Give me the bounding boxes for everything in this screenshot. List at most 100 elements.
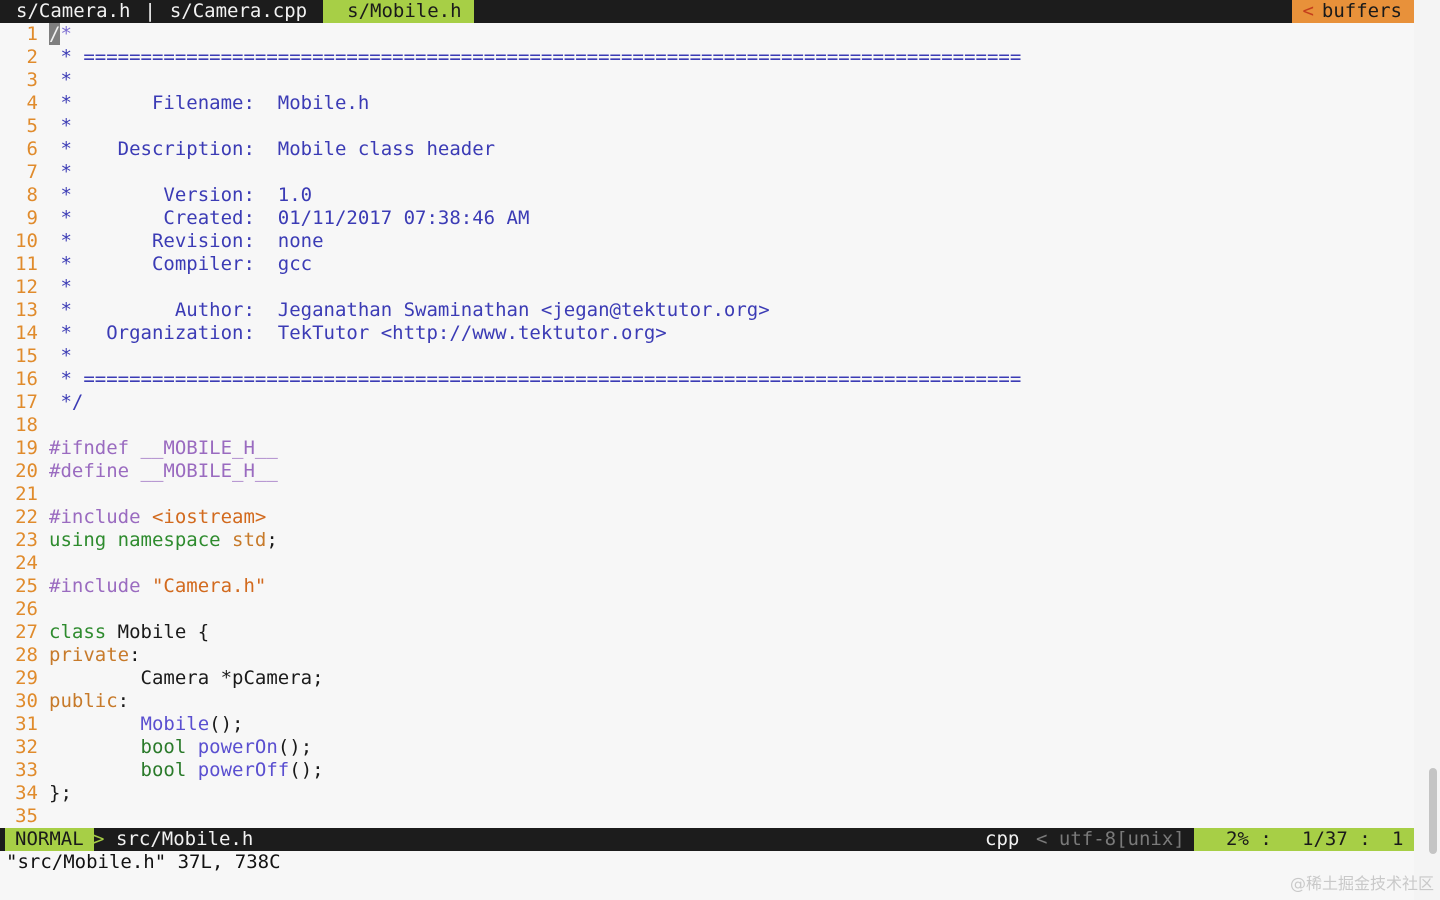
code-token: #include <box>49 575 152 597</box>
code-token: (); <box>289 759 324 781</box>
scrollbar[interactable] <box>1414 0 1440 900</box>
separator-arrow-icon: > <box>93 828 105 850</box>
line-number: 11 <box>15 253 38 275</box>
tab-camera-h[interactable]: s/Camera.h <box>0 0 130 23</box>
code-token: * ======================================… <box>49 46 1022 68</box>
line-text: * Organization: TekTutor <http://www.tek… <box>49 322 666 345</box>
line-number: 14 <box>15 322 38 344</box>
code-line[interactable]: 2 * ====================================… <box>0 46 1414 69</box>
tab-camera-cpp[interactable]: s/Camera.cpp <box>156 0 307 23</box>
code-line[interactable]: 32 bool powerOn(); <box>0 736 1414 759</box>
code-line[interactable]: 21 <box>0 483 1414 506</box>
code-line[interactable]: 27 class Mobile { <box>0 621 1414 644</box>
code-token: * ======================================… <box>49 368 1022 390</box>
buffers-label: buffers <box>1321 0 1402 22</box>
code-line[interactable]: 9 * Created: 01/11/2017 07:38:46 AM <box>0 207 1414 230</box>
code-line[interactable]: 17 */ <box>0 391 1414 414</box>
code-token: : <box>129 644 141 666</box>
code-line[interactable]: 12 * <box>0 276 1414 299</box>
code-line[interactable]: 14 * Organization: TekTutor <http://www.… <box>0 322 1414 345</box>
code-token: class <box>49 621 107 643</box>
code-line[interactable]: 25 #include "Camera.h" <box>0 575 1414 598</box>
buffers-arrow-icon: < <box>1302 0 1314 22</box>
line-number: 10 <box>15 230 38 252</box>
status-column: 1 <box>1392 828 1404 850</box>
code-line[interactable]: 34}; <box>0 782 1414 805</box>
code-line[interactable]: 35 <box>0 805 1414 828</box>
code-line[interactable]: 33 bool powerOff(); <box>0 759 1414 782</box>
line-number: 3 <box>26 69 38 91</box>
code-line[interactable]: 11 * Compiler: gcc <box>0 253 1414 276</box>
line-text: #include <iostream> <box>49 506 266 529</box>
code-token: */ <box>49 391 84 413</box>
code-line[interactable]: 30 public: <box>0 690 1414 713</box>
line-text: */ <box>49 391 83 414</box>
code-token: Mobile <box>140 713 210 735</box>
code-line[interactable]: 13 * Author: Jeganathan Swaminathan <jeg… <box>0 299 1414 322</box>
code-line[interactable]: 31 Mobile(); <box>0 713 1414 736</box>
code-line[interactable]: 22 #include <iostream> <box>0 506 1414 529</box>
line-number: 9 <box>26 207 38 229</box>
code-line[interactable]: 8 * Version: 1.0 <box>0 184 1414 207</box>
line-number: 35 <box>15 805 38 827</box>
line-text: Camera *pCamera; <box>49 667 324 690</box>
line-number: 24 <box>15 552 38 574</box>
code-token: public <box>49 690 118 712</box>
command-line[interactable]: "src/Mobile.h" 37L, 738C <box>6 851 281 874</box>
scrollbar-thumb[interactable] <box>1429 768 1437 854</box>
code-token: * Created: 01/11/2017 07:38:46 AM <box>49 207 530 229</box>
status-file-name: src/Mobile.h <box>116 828 254 850</box>
buffers-indicator[interactable]: < buffers <box>1292 0 1414 23</box>
code-token: #include <box>49 506 152 528</box>
line-number: 16 <box>15 368 38 390</box>
line-text: * ======================================… <box>49 46 1021 69</box>
line-text: private: <box>49 644 141 667</box>
line-number: 34 <box>15 782 38 804</box>
line-number: 21 <box>15 483 38 505</box>
status-percent: 2% : <box>1226 828 1272 850</box>
line-number: 29 <box>15 667 38 689</box>
code-line[interactable]: 3 * <box>0 69 1414 92</box>
line-text: }; <box>49 782 72 805</box>
code-line[interactable]: 23 using namespace std; <box>0 529 1414 552</box>
line-text: public: <box>49 690 129 713</box>
code-line[interactable]: 18 <box>0 414 1414 437</box>
line-number: 31 <box>15 713 38 735</box>
code-line[interactable]: 29 Camera *pCamera; <box>0 667 1414 690</box>
tab-mobile-h[interactable]: s/Mobile.h <box>323 0 474 23</box>
line-number: 30 <box>15 690 38 712</box>
line-text: #include "Camera.h" <box>49 575 266 598</box>
code-line[interactable]: 1 /* <box>0 23 1414 46</box>
code-line[interactable]: 10 * Revision: none <box>0 230 1414 253</box>
code-line[interactable]: 19 #ifndef __MOBILE_H__ <box>0 437 1414 460</box>
code-line[interactable]: 7 * <box>0 161 1414 184</box>
line-number: 28 <box>15 644 38 666</box>
code-line[interactable]: 20 #define __MOBILE_H__ <box>0 460 1414 483</box>
code-line[interactable]: 4 * Filename: Mobile.h <box>0 92 1414 115</box>
code-line[interactable]: 28 private: <box>0 644 1414 667</box>
code-token: * <box>49 345 72 367</box>
tabline: s/Camera.h | s/Camera.cpp s/Mobile.h < bu… <box>0 0 1414 23</box>
code-line[interactable]: 15 * <box>0 345 1414 368</box>
line-number: 20 <box>15 460 38 482</box>
mode-indicator: NORMAL <box>5 828 94 851</box>
code-line[interactable]: 24 <box>0 552 1414 575</box>
line-text: #ifndef __MOBILE_H__ <box>49 437 278 460</box>
code-line[interactable]: 5 * <box>0 115 1414 138</box>
line-text: * Created: 01/11/2017 07:38:46 AM <box>49 207 529 230</box>
line-text: * Filename: Mobile.h <box>49 92 369 115</box>
line-number: 26 <box>15 598 38 620</box>
line-text: using namespace std; <box>49 529 278 552</box>
line-number: 8 <box>26 184 38 206</box>
code-line[interactable]: 6 * Description: Mobile class header <box>0 138 1414 161</box>
editor-buffer[interactable]: 1/* 2 * =================================… <box>0 23 1414 828</box>
code-line[interactable]: 16 * ===================================… <box>0 368 1414 391</box>
code-token: * <box>49 276 72 298</box>
code-token: using namespace <box>49 529 233 551</box>
code-line[interactable]: 26 <box>0 598 1414 621</box>
line-number: 13 <box>15 299 38 321</box>
statusline: NORMAL > src/Mobile.h cpp < utf-8[unix] … <box>0 828 1414 851</box>
line-text: bool powerOff(); <box>49 759 324 782</box>
code-token: Mobile { <box>106 621 210 643</box>
